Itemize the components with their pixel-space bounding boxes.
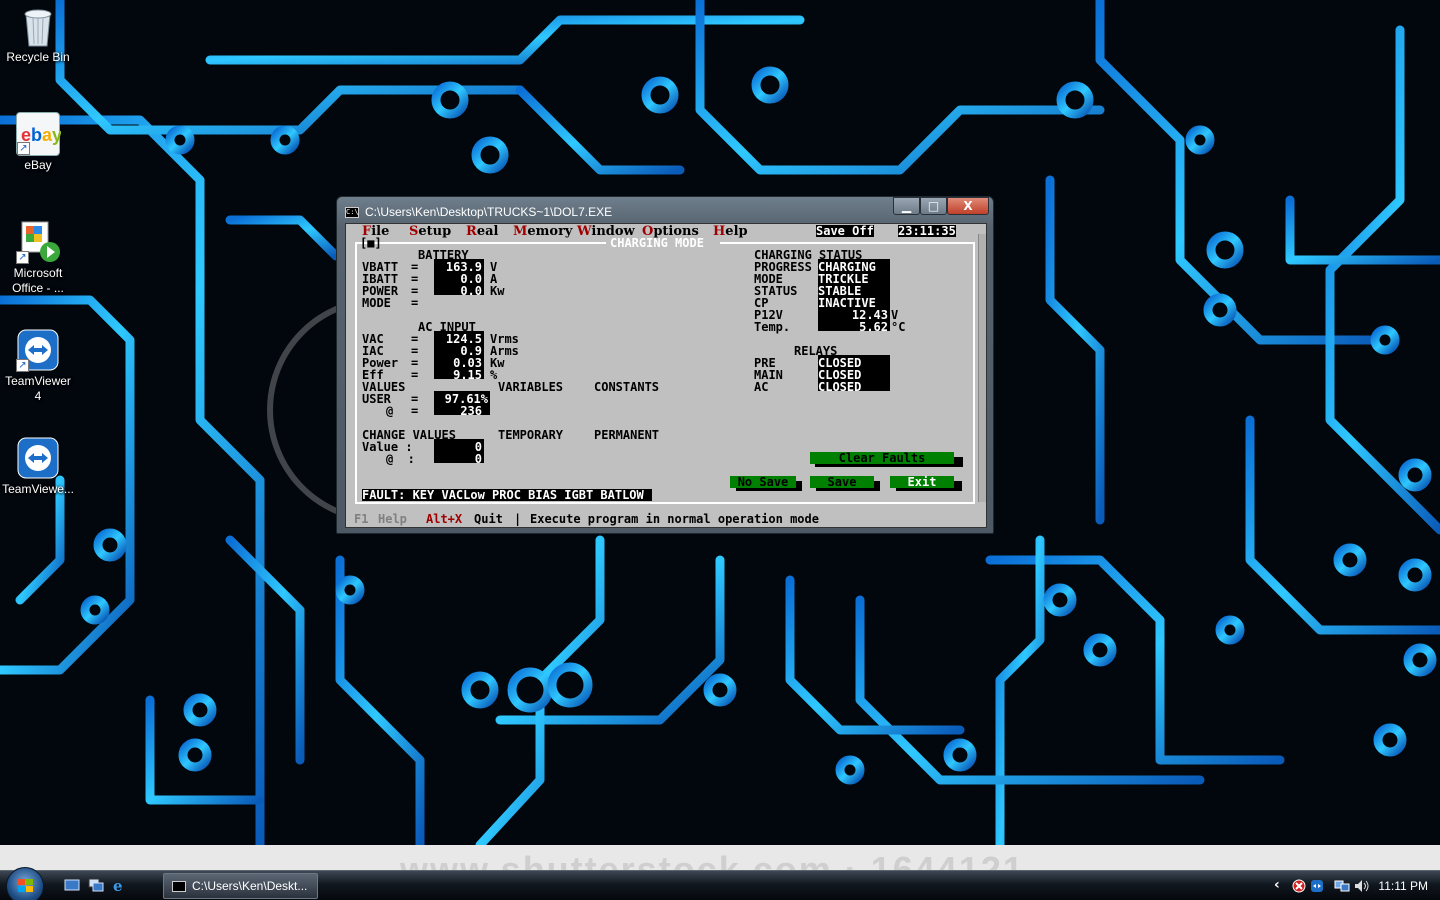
alt-x-key: Alt+X bbox=[426, 512, 463, 526]
frame-left bbox=[355, 242, 357, 504]
at-label: @ : bbox=[386, 452, 415, 466]
app-clock: 23:11:35 bbox=[898, 224, 956, 238]
teamviewer-tray-icon[interactable] bbox=[1310, 879, 1324, 893]
start-button[interactable] bbox=[6, 867, 44, 900]
temporary-header: TEMPORARY bbox=[498, 428, 564, 442]
console-client-area: File Setup Real Memory Window Options He… bbox=[345, 223, 987, 528]
menu-memory[interactable]: Memory bbox=[513, 224, 573, 239]
save-button[interactable]: Save bbox=[810, 476, 874, 488]
frame-bottom bbox=[355, 502, 975, 504]
shortcut-arrow-icon: ↗ bbox=[16, 359, 29, 372]
battery-eq: = bbox=[411, 296, 419, 310]
desktop-icon-label: TeamViewe... bbox=[2, 482, 74, 496]
desktop-icon-label: Microsoft Office - ... bbox=[12, 266, 64, 295]
show-hidden-icons-icon[interactable]: ‹ bbox=[1274, 877, 1280, 893]
console-window[interactable]: C:\ C:\Users\Ken\Desktop\TRUCKS~1\DOL7.E… bbox=[336, 196, 994, 534]
console-scrollbar[interactable] bbox=[978, 234, 986, 502]
minimize-button[interactable]: ▁ bbox=[893, 197, 920, 215]
window-frame-marker[interactable]: [■] bbox=[360, 237, 382, 249]
charging-status-label: Temp. bbox=[754, 320, 791, 334]
at-field[interactable]: 0 bbox=[434, 453, 482, 465]
user-at-value: 236 bbox=[460, 404, 482, 418]
window-title-bar[interactable]: C:\ C:\Users\Ken\Desktop\TRUCKS~1\DOL7.E… bbox=[345, 201, 893, 223]
battery-value: 0.0 bbox=[460, 284, 482, 298]
taskbar: e C:\Users\Ken\Deskt... ‹ 11:11 PM bbox=[0, 867, 1440, 900]
desktop-icon-recycle-bin[interactable]: Recycle Bin bbox=[2, 4, 74, 65]
menu-help[interactable]: Help bbox=[713, 224, 748, 239]
console-app-icon bbox=[172, 881, 186, 892]
maximize-button[interactable]: □ bbox=[920, 197, 947, 215]
clear-faults-button[interactable]: Clear Faults bbox=[810, 452, 954, 464]
internet-explorer-icon[interactable]: e bbox=[112, 878, 128, 892]
desktop-icon-teamviewer[interactable]: TeamViewe... bbox=[2, 436, 74, 497]
system-tray: ‹ 11:11 PM bbox=[1270, 871, 1440, 900]
f1-key: F1 bbox=[354, 512, 369, 526]
menu-setup[interactable]: Setup bbox=[409, 224, 451, 239]
watermark-text: www.shutterstock.com · 1644121 bbox=[400, 849, 1025, 870]
no-save-button[interactable]: No Save bbox=[730, 476, 796, 488]
ac-input-eq: = bbox=[411, 368, 419, 382]
desktop-icon-microsoft-office[interactable]: ↗ Microsoft Office - ... bbox=[2, 220, 74, 296]
taskbar-clock[interactable]: 11:11 PM bbox=[1378, 879, 1428, 893]
fault-line: FAULT: KEY VACLow PROC BIAS IGBT BATLOW bbox=[362, 489, 652, 501]
desktop-icon-ebay[interactable]: ebay ↗ eBay bbox=[2, 112, 74, 173]
close-button[interactable]: X bbox=[947, 197, 989, 215]
window-title: C:\Users\Ken\Desktop\TRUCKS~1\DOL7.EXE bbox=[365, 205, 613, 219]
help-hint: Help bbox=[378, 512, 407, 526]
ac-input-value: 9.15 bbox=[453, 368, 482, 382]
desktop-icon-label: Recycle Bin bbox=[6, 50, 70, 64]
relay-label: AC bbox=[754, 380, 769, 394]
charging-status-unit: °C bbox=[891, 320, 906, 334]
ac-input-unit: % bbox=[490, 368, 498, 382]
permanent-header: PERMANENT bbox=[594, 428, 660, 442]
security-alert-icon[interactable] bbox=[1292, 879, 1306, 893]
network-icon[interactable] bbox=[1334, 879, 1350, 893]
battery-label: MODE bbox=[362, 296, 391, 310]
taskbar-button-label: C:\Users\Ken\Deskt... bbox=[192, 879, 308, 893]
volume-icon[interactable] bbox=[1354, 879, 1370, 893]
menu-real[interactable]: Real bbox=[466, 224, 498, 239]
recycle-bin-icon bbox=[16, 4, 60, 48]
desktop-icon-label: eBay bbox=[24, 158, 52, 172]
status-message: Execute program in normal operation mode bbox=[530, 512, 819, 526]
shortcut-arrow-icon: ↗ bbox=[16, 251, 29, 264]
switch-windows-icon[interactable] bbox=[88, 878, 104, 892]
windows-logo-icon bbox=[18, 879, 33, 892]
user-at-label: @ bbox=[386, 404, 394, 418]
user-at-eq: = bbox=[411, 404, 419, 418]
status-separator: | bbox=[514, 512, 522, 526]
frame-top-left bbox=[355, 242, 606, 244]
relay-value: CLOSED bbox=[818, 380, 862, 394]
ebay-icon: ebay ↗ bbox=[16, 112, 62, 156]
console-app-icon: C:\ bbox=[345, 206, 359, 218]
charging-status-value: 5.62 bbox=[859, 320, 888, 334]
frame-top-right bbox=[720, 242, 975, 244]
desktop-icon-teamviewer-4[interactable]: ↗ TeamViewer 4 bbox=[2, 328, 74, 404]
quit-hint: Quit bbox=[474, 512, 503, 526]
shortcut-arrow-icon: ↗ bbox=[17, 142, 30, 155]
wallpaper-watermark-strip: www.shutterstock.com · 1644121 bbox=[0, 845, 1440, 870]
teamviewer-icon: ↗ bbox=[16, 328, 60, 372]
constants-header: CONSTANTS bbox=[594, 380, 660, 394]
taskbar-console-button[interactable]: C:\Users\Ken\Deskt... bbox=[163, 873, 318, 899]
teamviewer-icon bbox=[16, 436, 60, 480]
svg-text:e: e bbox=[113, 878, 123, 892]
battery-unit: Kw bbox=[490, 284, 505, 298]
exit-button[interactable]: Exit bbox=[890, 476, 954, 488]
desktop-icon-label: TeamViewer 4 bbox=[5, 374, 71, 403]
panel-title: CHARGING MODE bbox=[610, 236, 704, 250]
variables-header: VARIABLES bbox=[498, 380, 564, 394]
save-status-indicator: Save Off bbox=[816, 224, 874, 238]
frame-right bbox=[973, 242, 975, 504]
microsoft-office-icon: ↗ bbox=[16, 220, 60, 264]
show-desktop-icon[interactable] bbox=[64, 878, 80, 892]
